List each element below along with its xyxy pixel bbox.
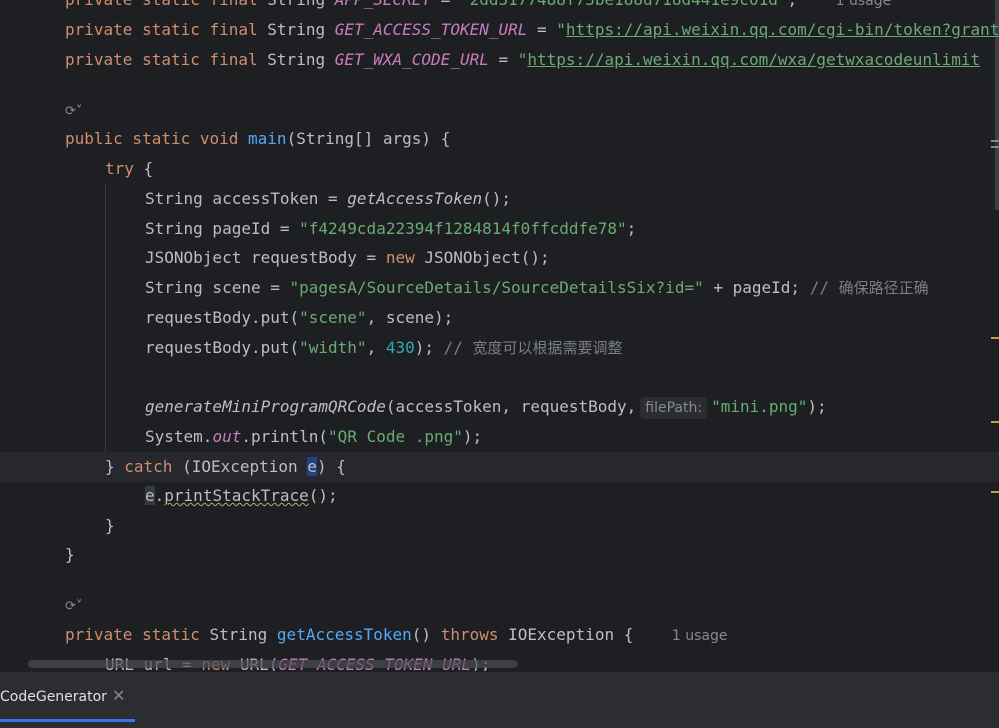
text-caret-selection[interactable]: e — [307, 457, 317, 476]
tab-label: CodeGenerator — [0, 689, 107, 705]
scroll-marker — [991, 140, 999, 142]
code-line-access-token: String accessToken = getAccessToken(); — [145, 189, 512, 208]
code-line-main: public static void main(String[] args) { — [65, 129, 451, 148]
code-line-scene: String scene = "pagesA/SourceDetails/Sou… — [145, 278, 929, 297]
error-stripe-marker[interactable] — [991, 337, 999, 339]
code-line-close-main: } — [65, 545, 75, 564]
code-line-close-catch: } — [105, 516, 115, 535]
code-editor[interactable]: private static final String APP_SECRET =… — [0, 0, 999, 671]
usage-hint: 1 usage — [671, 628, 728, 644]
code-line-put-width: requestBody.put("width", 430); // 宽度可以根据… — [145, 338, 623, 357]
code-line-request-body: JSONObject requestBody = new JSONObject(… — [145, 248, 550, 267]
parameter-hint: filePath: — [640, 396, 708, 419]
code-line-catch: } catch (IOException e) { — [0, 452, 999, 482]
bottom-tab-bar: CodeGenerator ✕ — [0, 671, 999, 728]
code-line-2: private static final String GET_ACCESS_T… — [65, 15, 999, 45]
code-line-3: private static final String GET_WXA_CODE… — [65, 50, 981, 69]
usage-hint: 1 usage — [835, 0, 892, 9]
ai-assist-icon[interactable]: ⟳˅ — [65, 104, 82, 119]
code-line-try: try { — [105, 159, 154, 178]
scroll-marker — [991, 146, 999, 148]
warning-highlight[interactable]: printStackTrace — [164, 486, 309, 505]
code-line-page-id: String pageId = "f4249cda22394f1284814f0… — [145, 219, 637, 238]
code-line-1: private static final String APP_SECRET =… — [65, 0, 891, 15]
url-link[interactable]: https://api.weixin.qq.com/wxa/getwxacode… — [527, 50, 980, 69]
url-link[interactable]: https://api.weixin.qq.com/cgi-bin/token?… — [566, 20, 999, 39]
code-line-put-scene: requestBody.put("scene", scene); — [145, 308, 454, 327]
close-icon[interactable]: ✕ — [112, 686, 125, 705]
active-tab-indicator — [0, 719, 135, 722]
ai-assist-icon[interactable]: ⟳˅ — [65, 599, 82, 614]
code-line-println: System.out.println("QR Code .png"); — [145, 427, 483, 446]
error-stripe-marker[interactable] — [991, 491, 999, 493]
code-line-get-access-token: private static String getAccessToken() t… — [65, 625, 728, 644]
indent-guide — [105, 184, 106, 462]
horizontal-scrollbar[interactable] — [28, 660, 518, 668]
code-line-generate-qr: generateMiniProgramQRCode(accessToken, r… — [145, 392, 827, 422]
error-stripe-marker[interactable] — [991, 421, 999, 423]
code-line-print-stack: e.printStackTrace(); — [145, 486, 338, 505]
